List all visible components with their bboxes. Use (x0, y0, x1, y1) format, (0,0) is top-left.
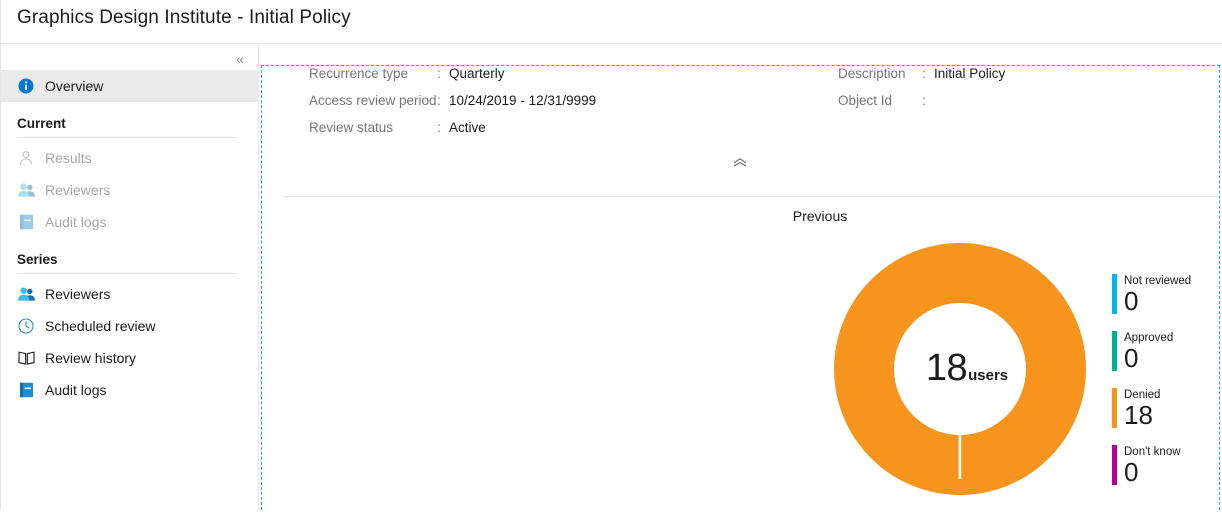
detail-row: Recurrence type:Quarterly (309, 66, 596, 93)
legend-item[interactable]: Not reviewed0 (1112, 274, 1222, 315)
detail-row: Review status:Active (309, 120, 596, 147)
legend-text: Denied18 (1124, 388, 1160, 429)
detail-value: Active (449, 120, 486, 135)
sidebar-group-title: Current (1, 116, 258, 131)
detail-value: 10/24/2019 - 12/31/9999 (449, 93, 596, 108)
legend-item[interactable]: Approved0 (1112, 331, 1222, 372)
legend-item[interactable]: Don't know0 (1112, 445, 1222, 486)
sidebar-item-label: Review history (45, 350, 136, 366)
detail-label: Review status (309, 120, 437, 135)
sidebar-item-label: Results (45, 150, 92, 166)
detail-row: Object Id: (838, 93, 1005, 120)
legend-color-bar (1112, 331, 1117, 371)
chart-section-heading: Previous (260, 208, 1222, 224)
person-icon (17, 149, 35, 167)
sidebar-item-label: Audit logs (45, 214, 106, 230)
detail-value: Initial Policy (934, 66, 1005, 81)
detail-colon: : (437, 66, 449, 81)
sidebar-item-audit-logs: Audit logs (1, 206, 258, 238)
section-divider (283, 196, 1219, 197)
detail-colon: : (437, 120, 449, 135)
details-column-right: Description:Initial PolicyObject Id: (838, 66, 1005, 120)
detail-label: Access review period (309, 93, 437, 108)
page-title: Graphics Design Institute - Initial Poli… (17, 7, 351, 29)
legend-color-bar (1112, 445, 1117, 485)
notebook-icon (17, 213, 35, 231)
people-icon (17, 181, 35, 199)
page-header: Graphics Design Institute - Initial Poli… (1, 0, 1222, 44)
chevron-double-up-icon (733, 158, 747, 167)
legend-text: Don't know0 (1124, 445, 1181, 486)
details-column-left: Recurrence type:QuarterlyAccess review p… (309, 66, 596, 147)
sidebar-item-label: Overview (45, 78, 103, 94)
sidebar-group-title: Series (1, 252, 258, 267)
people-icon (17, 285, 35, 303)
legend-item[interactable]: Denied18 (1112, 388, 1222, 429)
legend-text: Approved0 (1124, 331, 1173, 372)
sidebar-nav: Overview Current Results Reviewers Audit log… (1, 70, 258, 406)
sidebar-item-review-history[interactable]: Review history (1, 342, 258, 374)
donut-seam (959, 369, 962, 479)
sidebar-item-reviewers: Reviewers (1, 174, 258, 206)
legend-value: 0 (1124, 345, 1173, 372)
detail-colon: : (437, 93, 449, 108)
sidebar: « Overview Current Results Reviewers Audit l… (1, 44, 259, 510)
detail-colon: : (922, 66, 934, 81)
sidebar-item-audit-logs[interactable]: Audit logs (1, 374, 258, 406)
sidebar-collapse-button[interactable]: « (228, 48, 252, 70)
detail-colon: : (922, 93, 934, 108)
donut-chart[interactable] (834, 237, 1100, 518)
sidebar-item-label: Reviewers (45, 182, 110, 198)
book-icon (17, 349, 35, 367)
access-review-page: Graphics Design Institute - Initial Poli… (0, 0, 1222, 510)
details-collapse-button[interactable] (260, 156, 1219, 169)
sidebar-item-label: Reviewers (45, 286, 110, 302)
sidebar-group-divider (17, 273, 236, 274)
legend-value: 0 (1124, 288, 1191, 315)
legend-text: Not reviewed0 (1124, 274, 1191, 315)
detail-value: Quarterly (449, 66, 505, 81)
legend-color-bar (1112, 274, 1117, 314)
content-pane: Recurrence type:QuarterlyAccess review p… (260, 44, 1222, 510)
detail-row: Description:Initial Policy (838, 66, 1005, 93)
sidebar-group-divider (17, 137, 236, 138)
sidebar-item-label: Audit logs (45, 382, 106, 398)
detail-label: Object Id (838, 93, 922, 108)
detail-label: Description (838, 66, 922, 81)
details-panel: Recurrence type:QuarterlyAccess review p… (260, 66, 1219, 161)
legend-value: 0 (1124, 459, 1181, 486)
sidebar-item-label: Scheduled review (45, 318, 156, 334)
notebook-icon (17, 381, 35, 399)
clock-icon (17, 317, 35, 335)
detail-row: Access review period:10/24/2019 - 12/31/… (309, 93, 596, 120)
chart-legend: Not reviewed0 Approved0 Denied18 Don't know… (1112, 274, 1222, 502)
legend-color-bar (1112, 388, 1117, 428)
sidebar-item-results: Results (1, 142, 258, 174)
detail-label: Recurrence type (309, 66, 437, 81)
info-circle-icon (17, 77, 35, 95)
sidebar-item-overview[interactable]: Overview (1, 70, 258, 102)
sidebar-item-reviewers[interactable]: Reviewers (1, 278, 258, 310)
legend-value: 18 (1124, 402, 1160, 429)
chart-area: 18 users Not reviewed0Approved0Denied18D… (260, 229, 1219, 510)
sidebar-item-scheduled-review[interactable]: Scheduled review (1, 310, 258, 342)
